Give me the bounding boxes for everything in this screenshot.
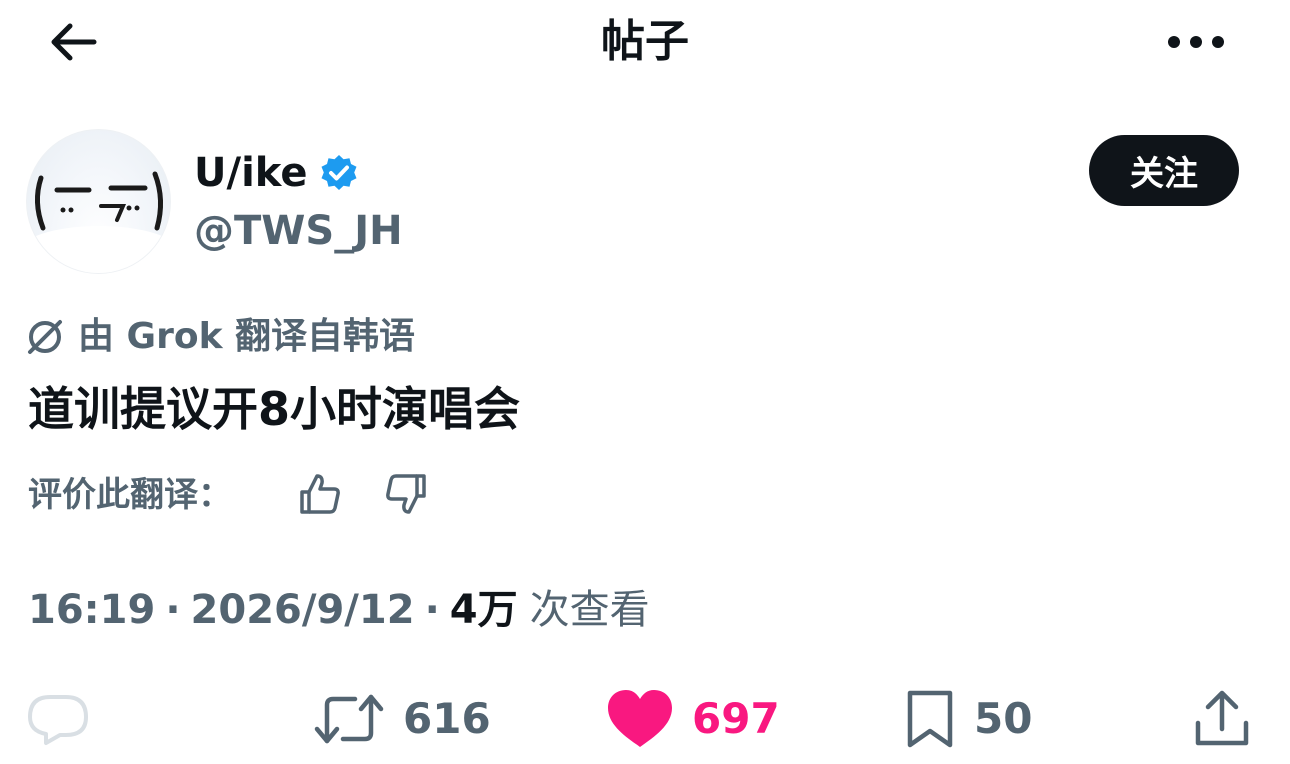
avatar-image: [27, 171, 170, 273]
avatar[interactable]: [26, 129, 171, 274]
views-label: 次查看: [529, 587, 650, 633]
thumbs-up-icon: [300, 474, 340, 514]
tweet-meta: 16:19 · 2026/9/12 · 4万 次查看: [28, 582, 650, 638]
like-button[interactable]: 697: [606, 684, 780, 754]
retweet-button[interactable]: 616: [313, 684, 491, 754]
rate-translation-label: 评价此翻译：: [28, 475, 232, 515]
share-icon: [1195, 690, 1249, 746]
rate-translation-row: 评价此翻译：: [28, 470, 232, 520]
verified-badge-icon: [321, 155, 357, 190]
thumbs-up-button[interactable]: [298, 472, 342, 516]
tweet-date: 2026/9/12: [190, 587, 415, 633]
reply-button[interactable]: [26, 684, 90, 754]
retweet-icon: [314, 694, 384, 744]
more-button[interactable]: [1156, 14, 1236, 70]
heart-filled-icon: [608, 690, 672, 747]
views-count: 4万: [449, 587, 518, 633]
follow-button[interactable]: 关注: [1089, 135, 1239, 206]
bookmark-button[interactable]: 50: [904, 684, 1032, 754]
tweet-time: 16:19: [28, 587, 156, 633]
tweet-text: 道训提议开8小时演唱会: [28, 382, 521, 436]
share-button[interactable]: [1190, 684, 1254, 754]
bookmark-count: 50: [974, 694, 1033, 743]
translation-label: 由 Grok 翻译自韩语: [78, 316, 416, 357]
thumbs-down-icon: [386, 474, 426, 514]
retweet-count: 616: [403, 694, 491, 743]
thumbs-down-button[interactable]: [384, 472, 428, 516]
grok-icon: [28, 320, 62, 354]
bookmark-icon: [907, 690, 953, 748]
display-name[interactable]: U/ike: [194, 148, 359, 198]
display-name-text: U/ike: [194, 150, 308, 196]
like-count: 697: [692, 694, 780, 743]
meta-separator: ·: [165, 587, 181, 633]
user-handle[interactable]: @TWS_JH: [194, 206, 403, 256]
meta-separator: ·: [424, 587, 440, 633]
translation-info: 由 Grok 翻译自韩语: [24, 312, 415, 362]
more-horizontal-icon: [1168, 36, 1224, 48]
reply-icon: [28, 695, 88, 745]
page-title: 帖子: [601, 16, 689, 67]
